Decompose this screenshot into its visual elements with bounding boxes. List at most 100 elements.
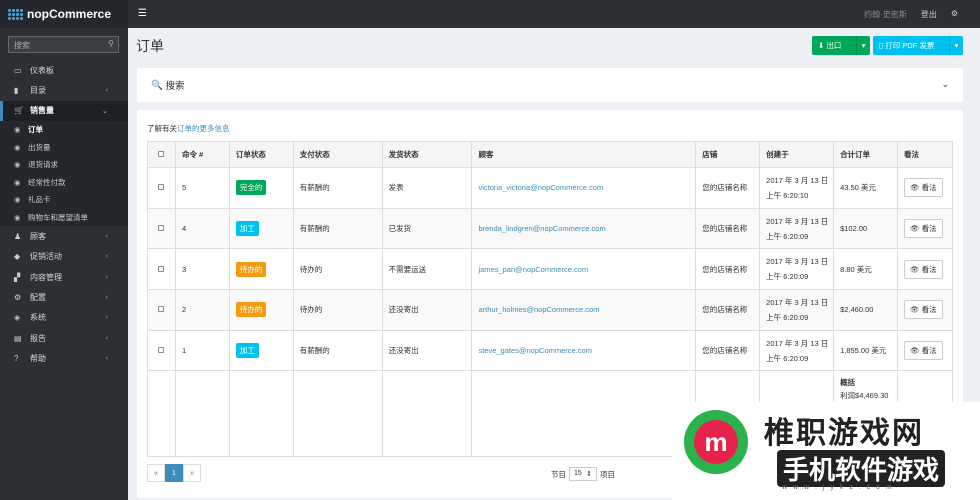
created-date: 2017 年 3 月 13 日 (766, 175, 829, 185)
view-order-button[interactable]: 👁 看法 (904, 341, 943, 361)
sidebar-sub-giftcards[interactable]: ◉ 礼品卡 (0, 191, 128, 209)
customer-email-link[interactable]: james_pan@nopCommerce.com (478, 265, 588, 274)
search-icon[interactable]: ⚲ (108, 39, 114, 48)
row-checkbox[interactable] (158, 306, 165, 313)
learn-more-link[interactable]: 订单的更多信息 (177, 124, 230, 133)
sidebar-item-label: 顾客 (30, 231, 46, 241)
sidebar-sub-carts[interactable]: ◉ 购物车和愿望清单 (0, 208, 128, 227)
prev-page-button[interactable]: « (147, 464, 165, 482)
summary-title: 概括 (840, 378, 856, 388)
created-date: 2017 年 3 月 13 日 (766, 216, 829, 226)
sidebar-item-sales[interactable]: 🛒 销售量 ⌄ (0, 100, 128, 122)
order-id: 3 (174, 248, 230, 291)
customer-email-link[interactable]: victoria_victoria@nopCommerce.com (478, 183, 603, 192)
sidebar-item-content[interactable]: ▞ 内容管理 ‹ (0, 267, 128, 287)
row-checkbox[interactable] (158, 184, 165, 191)
col-order-status[interactable]: 订单状态 (228, 141, 294, 168)
sidebar-item-label: 目录 (30, 86, 46, 96)
sidebar-search-input[interactable]: 搜索 ⚲ (8, 36, 119, 53)
created-on: 2017 年 3 月 13 日上午 6:20:09 (759, 329, 835, 372)
col-shipping-status[interactable]: 发货状态 (381, 141, 473, 168)
print-pdf-button[interactable]: ▯ 打印 PDF 发票 ▾ (873, 36, 963, 55)
view-order-button[interactable]: 👁 看法 (904, 300, 943, 320)
sidebar-item-label: 销售量 (30, 106, 54, 116)
page-size-select[interactable]: 15 ⇕ (569, 467, 597, 481)
sidebar-toggle-icon[interactable]: ☰ (138, 8, 147, 19)
table-row: 4 加工 有薪酬的 已发货 brenda_lindgren@nopCommerc… (147, 207, 953, 250)
circle-icon: ◉ (14, 212, 21, 222)
user-name[interactable]: 约翰·史密斯 (864, 9, 907, 20)
sidebar-item-dashboard[interactable]: ▭ 仪表板 (0, 60, 128, 80)
col-order-number[interactable]: 命令 # (174, 141, 230, 168)
search-icon: 🔍 (151, 79, 166, 91)
shipping-status: 发表 (381, 167, 473, 209)
empty-cell (471, 370, 697, 458)
page-size-value: 15 (574, 470, 582, 477)
info-prefix: 了解有关 (147, 124, 177, 133)
payment-status: 有薪酬的 (292, 329, 383, 372)
sidebar-sub-recurring[interactable]: ◉ 经常性付款 (0, 173, 128, 192)
col-payment-status[interactable]: 支付状态 (292, 141, 383, 168)
col-customer[interactable]: 顾客 (471, 141, 697, 168)
watermark-title: 椎职游戏网 (764, 417, 924, 450)
sidebar-sub-orders[interactable]: ◉ 订单 (0, 121, 128, 139)
col-created-on[interactable]: 创建于 (759, 141, 835, 168)
col-order-total[interactable]: 合计订单 (833, 141, 898, 168)
row-checkbox[interactable] (158, 265, 165, 272)
sidebar-item-reports[interactable]: ▤ 报告 ‹ (0, 328, 128, 348)
chevron-left-icon: ‹ (105, 334, 108, 342)
chevron-down-icon[interactable]: ⌄ (941, 79, 949, 90)
export-button[interactable]: ⬇ 出口 ▾ (812, 36, 870, 55)
page-1-button[interactable]: 1 (165, 464, 183, 482)
sidebar-item-promotions[interactable]: ◆ 促销活动 ‹ (0, 247, 128, 267)
sidebar-item-catalog[interactable]: ▮ 目录 ‹ (0, 80, 128, 100)
order-total: 1,855.00 美元 (833, 329, 898, 372)
export-label: 出口 (826, 41, 842, 50)
sidebar-sub-returns[interactable]: ◉ 退货请求 (0, 156, 128, 174)
circle-icon: ◉ (14, 125, 21, 135)
brand-logo[interactable]: nopCommerce (0, 0, 128, 28)
view-cell: 👁 看法 (897, 289, 953, 331)
sub-label: 购物车和愿望清单 (28, 212, 88, 222)
customer-email-link[interactable]: brenda_lindgren@nopCommerce.com (478, 224, 605, 233)
created-time: 上午 6:20:09 (766, 353, 809, 363)
eye-icon: 👁 (910, 224, 920, 234)
page-size-label-post: 项目 (600, 469, 615, 479)
view-order-button[interactable]: 👁 看法 (904, 219, 943, 239)
sidebar-item-configuration[interactable]: ⚙ 配置 ‹ (0, 287, 128, 307)
customer-email-link[interactable]: arthur_holmes@nopCommerce.com (478, 305, 599, 314)
order-status-cell: 加工 (228, 207, 294, 250)
settings-gear-icon[interactable]: ⚙ (951, 9, 958, 20)
customer-email-link[interactable]: steve_gates@nopCommerce.com (478, 346, 592, 355)
col-store[interactable]: 店铺 (695, 141, 761, 168)
gears-icon: ⚙ (14, 293, 22, 303)
pdf-dropdown-caret[interactable]: ▾ (949, 36, 963, 55)
sidebar-item-customers[interactable]: ♟ 顾客 ‹ (0, 226, 128, 246)
sidebar-item-system[interactable]: ◈ 系统 ‹ (0, 308, 128, 328)
payment-status: 待办的 (292, 289, 383, 331)
eye-icon: 👁 (910, 183, 920, 193)
sidebar-sub-shipments[interactable]: ◉ 出货量 (0, 138, 128, 157)
created-time: 上午 6:20:09 (766, 231, 809, 241)
row-checkbox[interactable] (158, 225, 165, 232)
shipping-status: 已发货 (381, 207, 473, 250)
circle-icon: ◉ (14, 160, 21, 170)
next-page-button[interactable]: » (183, 464, 201, 482)
watermark-url: w w w . j y k z . c o m (782, 484, 894, 491)
select-all-checkbox[interactable] (158, 151, 165, 157)
view-label: 看法 (921, 224, 937, 234)
logout-link[interactable]: 登出 (921, 9, 937, 20)
sidebar-item-label: 帮助 (30, 354, 46, 364)
download-icon: ⬇ (818, 41, 827, 50)
view-order-button[interactable]: 👁 看法 (904, 178, 943, 198)
customer-cell: arthur_holmes@nopCommerce.com (471, 289, 697, 331)
row-checkbox[interactable] (158, 347, 165, 354)
shipping-status: 还没寄出 (381, 329, 473, 372)
order-id: 5 (174, 167, 230, 209)
payment-status: 有薪酬的 (292, 167, 383, 209)
search-panel-toggle[interactable]: 🔍 搜索 ⌄ (137, 68, 963, 102)
export-dropdown-caret[interactable]: ▾ (856, 36, 870, 55)
question-icon: ? (14, 354, 19, 364)
view-order-button[interactable]: 👁 看法 (904, 259, 943, 279)
sidebar-item-help[interactable]: ? 帮助 ‹ (0, 349, 128, 369)
